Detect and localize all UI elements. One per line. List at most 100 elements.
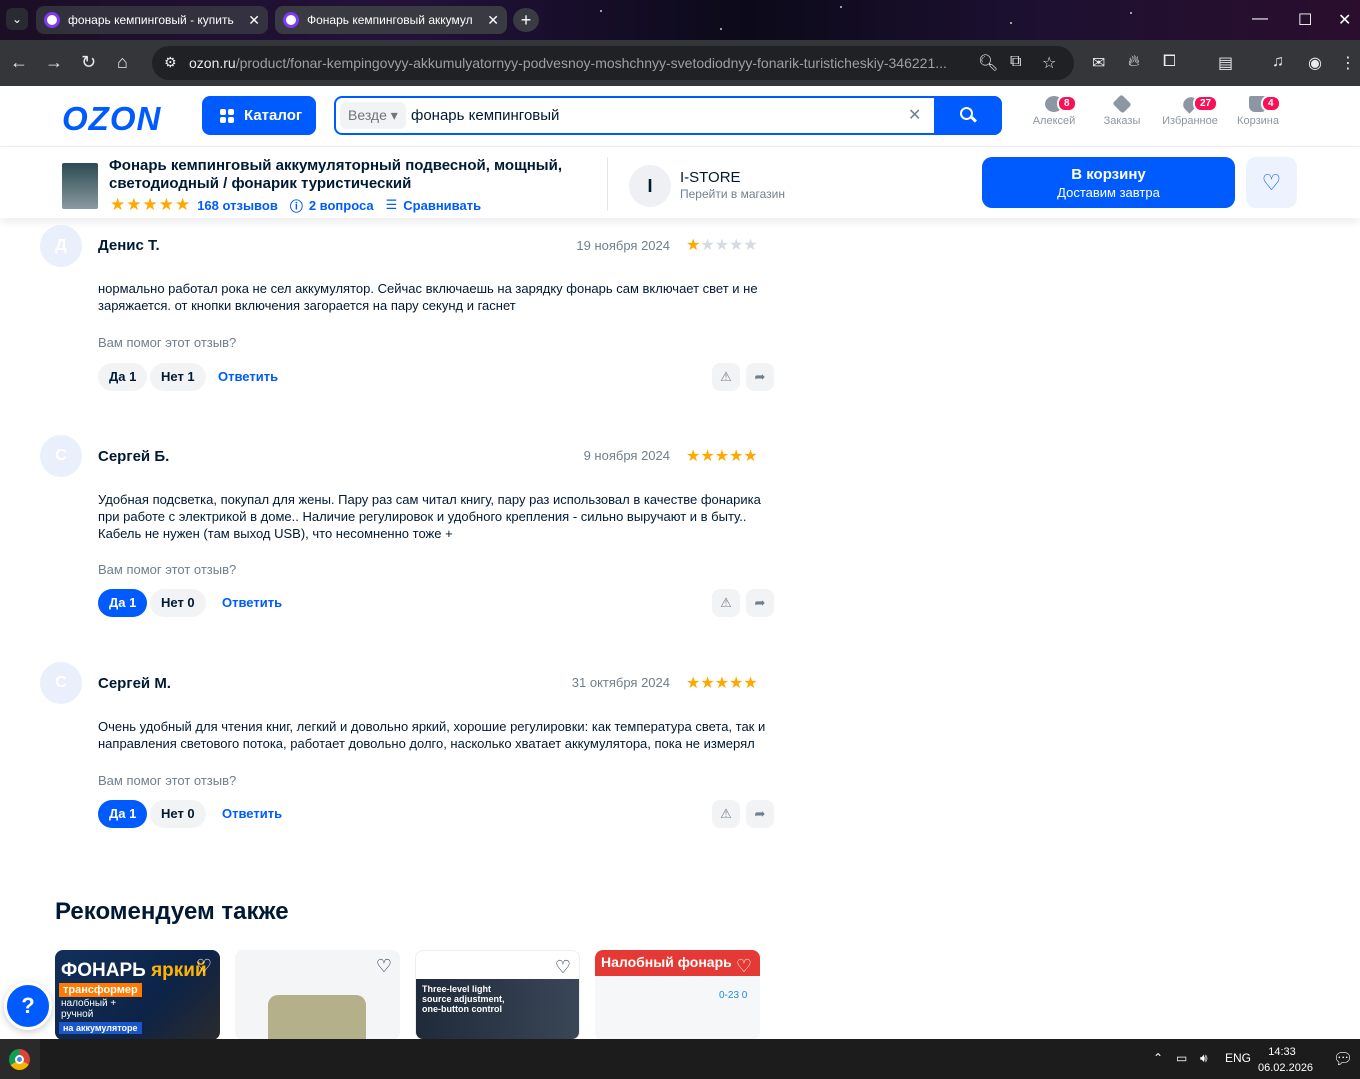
favorites-badge: 27 — [1193, 95, 1219, 112]
product-card[interactable]: Three-level light source adjustment, one… — [415, 950, 580, 1040]
review-date: 31 октября 2024 — [571, 675, 670, 690]
questions-link[interactable]: 2 вопроса — [309, 198, 374, 213]
reply-link[interactable]: Ответить — [222, 589, 282, 617]
close-tab-icon[interactable]: ✕ — [487, 12, 499, 29]
favorite-heart-icon[interactable]: ♡ — [376, 956, 392, 977]
report-icon[interactable]: ⚠ — [712, 589, 740, 617]
reply-link[interactable]: Ответить — [222, 800, 282, 828]
store-avatar[interactable]: I — [629, 165, 671, 207]
helpful-question: Вам помог этот отзыв? — [98, 773, 237, 788]
clock-date: 06.02.2026 — [1258, 1062, 1314, 1074]
card-caption: налобный + ручной — [61, 998, 117, 1020]
favorite-heart-icon[interactable]: ♡ — [736, 956, 752, 977]
product-thumbnail[interactable] — [62, 163, 98, 209]
tray-chevron-icon[interactable]: ⌃ — [1153, 1051, 1163, 1065]
report-icon[interactable]: ⚠ — [712, 363, 740, 391]
taskbar-clock[interactable]: 14:33 06.02.2026 — [1258, 1044, 1314, 1076]
catalog-button[interactable]: Каталог — [202, 96, 316, 135]
favorite-heart-icon[interactable]: ♡ — [196, 956, 212, 977]
home-icon[interactable]: ⌂ — [117, 52, 128, 73]
reply-link[interactable]: Ответить — [218, 363, 278, 391]
header-cart-button[interactable]: 4 Корзина — [1223, 95, 1293, 127]
product-card[interactable]: ♡ — [235, 950, 400, 1040]
header-icon-label: Корзина — [1237, 115, 1279, 127]
review-date: 9 ноября 2024 — [583, 448, 670, 463]
heart-icon: ♡ — [1261, 170, 1282, 195]
compare-link[interactable]: Сравнивать — [403, 198, 481, 213]
forward-icon[interactable]: → — [45, 52, 63, 73]
site-header: OZON Каталог Везде ▾ фонарь кемпинговый … — [0, 86, 1360, 146]
notifications-icon[interactable]: 💬︎ — [1333, 1049, 1353, 1069]
helpful-yes-button[interactable]: Да 1 — [98, 363, 148, 391]
favorite-heart-icon[interactable]: ♡ — [555, 957, 571, 978]
menu-kebab-icon[interactable]: ⋮ — [1340, 53, 1356, 73]
ozon-logo[interactable]: OZON — [62, 100, 161, 138]
minimize-icon[interactable]: — — [1252, 10, 1268, 28]
review-text: Удобная подсветка, покупал для жены. Пар… — [98, 492, 761, 541]
report-icon[interactable]: ⚠ — [712, 800, 740, 828]
tab-search-dropdown[interactable]: ⌄ — [6, 8, 28, 30]
new-tab-button[interactable]: + — [513, 8, 539, 32]
add-to-favorites-button[interactable]: ♡ — [1246, 157, 1297, 208]
search-scope-select[interactable]: Везде ▾ — [340, 102, 406, 129]
background-star — [1010, 22, 1012, 24]
share-icon[interactable]: ➦ — [746, 800, 774, 828]
helpful-yes-button[interactable]: Да 1 — [98, 800, 148, 828]
reviewer-name: Денис Т. — [98, 237, 160, 254]
product-card[interactable]: ФОНАРЬ яркий трансформер налобный + ручн… — [55, 950, 220, 1040]
card-caption: 0-23 0 — [719, 990, 748, 1001]
browser-tab[interactable]: фонарь кемпинговый - купить ✕ — [36, 6, 268, 34]
clear-search-icon[interactable]: ✕ — [908, 105, 921, 125]
profile-badge: 8 — [1057, 95, 1077, 112]
helpful-no-button[interactable]: Нет 0 — [150, 589, 206, 617]
product-image — [268, 995, 366, 1040]
media-control-icon[interactable]: ♫ — [1272, 53, 1284, 71]
store-link[interactable]: Перейти в магазин — [680, 187, 785, 201]
header-favorites-button[interactable]: 27 Избранное — [1155, 94, 1225, 127]
product-card[interactable]: Налобный фонарь 0-23 0 ♡ — [595, 950, 760, 1040]
bookmark-star-icon[interactable]: ☆ — [1042, 53, 1056, 73]
network-icon[interactable]: ▭ — [1176, 1051, 1187, 1065]
address-bar[interactable]: ⚙ ozon.ru/product/fonar-kempingovyy-akku… — [152, 46, 1074, 80]
back-icon[interactable]: ← — [10, 52, 28, 73]
site-info-icon[interactable]: ⚙ — [164, 54, 177, 71]
background-star — [840, 6, 842, 8]
search-bar: Везде ▾ фонарь кемпинговый ✕ — [334, 96, 1002, 135]
extensions-puzzle-icon[interactable]: ⧠ — [1163, 53, 1176, 71]
install-app-icon[interactable]: ⧉ — [1010, 53, 1021, 71]
helpful-no-button[interactable]: Нет 1 — [150, 363, 206, 391]
recommendations-title: Рекомендуем также — [55, 898, 289, 925]
taskbar-chrome-button[interactable] — [0, 1039, 40, 1079]
header-orders-button[interactable]: Заказы — [1087, 94, 1157, 127]
ozon-favicon-icon — [44, 12, 60, 28]
mail-extension-icon[interactable]: ✉ — [1092, 53, 1105, 73]
browser-tab-active[interactable]: Фонарь кемпинговый аккумул ✕ — [275, 6, 507, 34]
profile-avatar-icon[interactable]: ◉ — [1308, 53, 1322, 73]
taskbar: ⌃ ▭ 🔊︎ ENG 14:33 06.02.2026 💬︎ — [0, 1039, 1360, 1079]
language-indicator[interactable]: ENG — [1225, 1051, 1251, 1065]
helpful-no-button[interactable]: Нет 0 — [150, 800, 206, 828]
volume-icon[interactable]: 🔊︎ — [1200, 1051, 1208, 1066]
close-tab-icon[interactable]: ✕ — [248, 12, 260, 29]
reading-list-icon[interactable]: ▤ — [1218, 53, 1233, 73]
card-caption: Three-level light source adjustment, one… — [422, 984, 505, 1014]
add-to-cart-button[interactable]: В корзину Доставим завтра — [982, 157, 1235, 208]
store-name[interactable]: I-STORE — [680, 169, 741, 186]
zoom-icon[interactable]: 🔍︎ — [978, 53, 998, 73]
helpful-yes-button[interactable]: Да 1 — [98, 589, 148, 617]
reviews-count-link[interactable]: 168 отзывов — [197, 198, 278, 213]
search-input[interactable]: фонарь кемпинговый — [411, 107, 559, 124]
fire-extension-icon[interactable]: 🔥︎ — [1128, 53, 1140, 71]
review-text: нормально работал рока не сел аккумулято… — [98, 281, 758, 313]
reload-icon[interactable]: ↻ — [81, 52, 96, 73]
catalog-label: Каталог — [244, 107, 303, 124]
share-icon[interactable]: ➦ — [746, 363, 774, 391]
header-profile-button[interactable]: 8 Алексей — [1019, 95, 1089, 127]
close-window-icon[interactable]: ✕ — [1338, 10, 1351, 30]
maximize-icon[interactable]: ☐ — [1298, 10, 1312, 30]
share-icon[interactable]: ➦ — [746, 589, 774, 617]
help-button[interactable]: ? — [4, 982, 52, 1030]
reviewer-avatar: С — [40, 435, 82, 477]
url-text[interactable]: ozon.ru/product/fonar-kempingovyy-akkumu… — [189, 55, 947, 71]
search-button[interactable] — [934, 96, 1002, 135]
